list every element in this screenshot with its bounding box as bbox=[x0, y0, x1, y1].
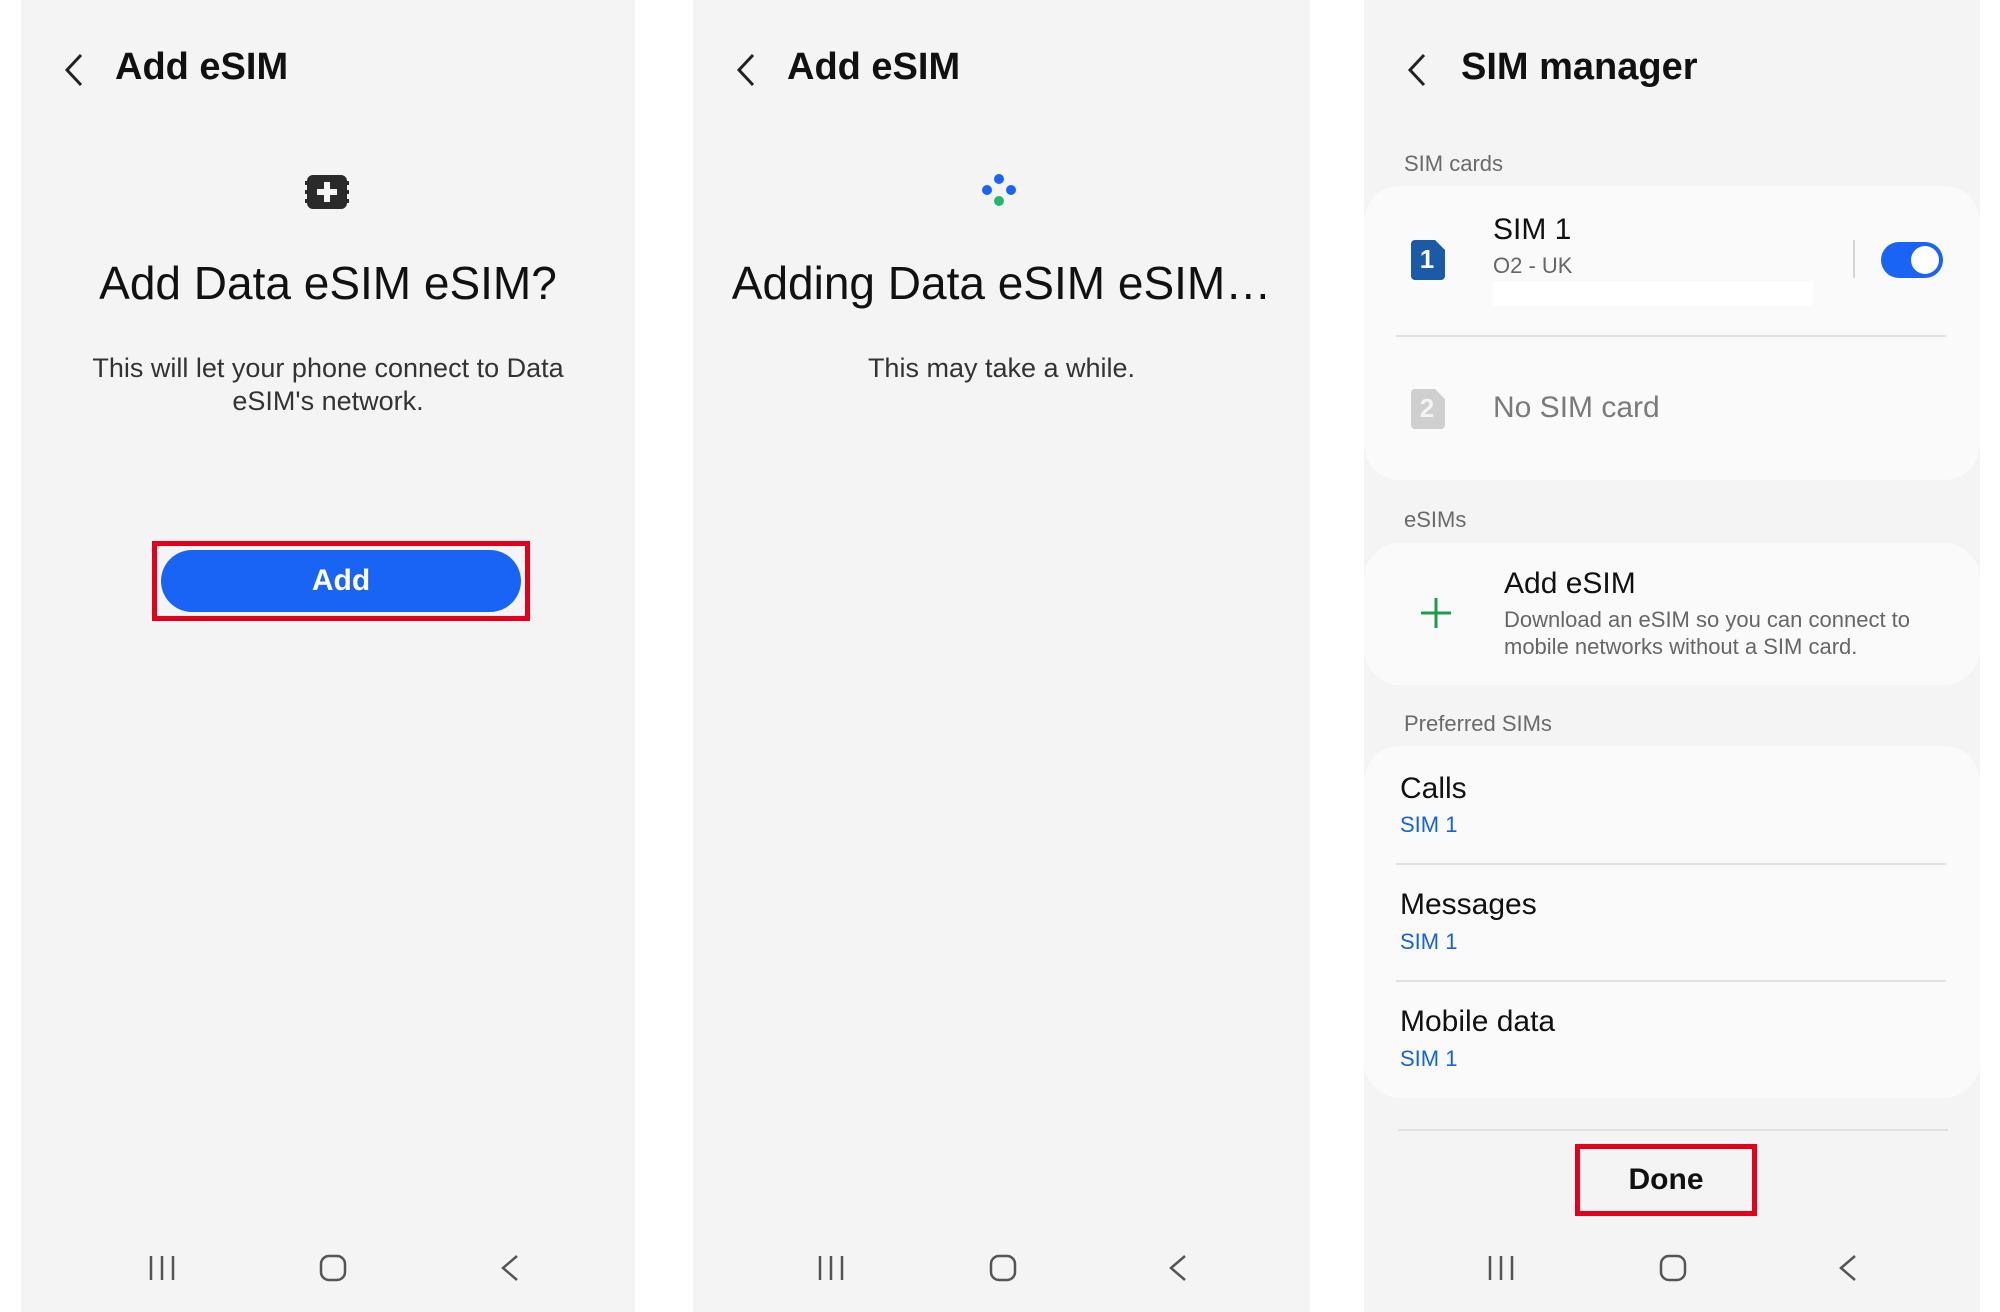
recents-icon[interactable] bbox=[142, 1248, 182, 1288]
toggle-knob bbox=[1911, 246, 1939, 274]
home-icon[interactable] bbox=[313, 1248, 353, 1288]
sim-cards-section-label: SIM cards bbox=[1404, 151, 1504, 176]
preferred-mobile-data-title: Mobile data bbox=[1400, 1005, 1556, 1038]
preferred-messages-title: Messages bbox=[1400, 888, 1537, 921]
nav-back-icon[interactable] bbox=[1828, 1248, 1868, 1288]
bottom-divider bbox=[1398, 1129, 1948, 1131]
confirm-heading: Add Data eSIM eSIM? bbox=[99, 257, 557, 309]
preferred-sims-section-label: Preferred SIMs bbox=[1404, 711, 1552, 736]
sim1-carrier: O2 - UK bbox=[1493, 253, 1573, 278]
recents-icon[interactable] bbox=[1481, 1248, 1521, 1288]
add-esim-card[interactable]: Add eSIM Download an eSIM so you can con… bbox=[1364, 543, 1980, 685]
preferred-messages-row[interactable]: Messages SIM 1 bbox=[1364, 865, 1980, 979]
add-esim-title: Add eSIM bbox=[1504, 567, 1636, 600]
navigation-bar bbox=[21, 1248, 635, 1298]
preferred-mobile-data-row[interactable]: Mobile data SIM 1 bbox=[1364, 982, 1980, 1098]
sim2-badge-icon: 2 bbox=[1409, 389, 1445, 429]
back-button[interactable] bbox=[1402, 50, 1432, 90]
back-button[interactable] bbox=[731, 50, 761, 90]
sim2-badge-number: 2 bbox=[1419, 393, 1435, 423]
divider bbox=[1396, 335, 1946, 337]
preferred-calls-value: SIM 1 bbox=[1400, 812, 1458, 837]
preferred-sims-card: Calls SIM 1 Messages SIM 1 Mobile data S… bbox=[1364, 746, 1980, 1098]
chevron-left-icon bbox=[64, 53, 83, 87]
toggle-divider bbox=[1853, 240, 1855, 278]
loading-dots-icon bbox=[979, 172, 1019, 212]
sim2-row[interactable]: 2 No SIM card bbox=[1364, 338, 1980, 480]
home-icon[interactable] bbox=[1653, 1248, 1693, 1288]
sim1-toggle[interactable] bbox=[1881, 242, 1943, 278]
chevron-left-icon bbox=[1407, 53, 1426, 87]
adding-description: This may take a while. bbox=[867, 353, 1136, 383]
home-icon[interactable] bbox=[983, 1248, 1023, 1288]
confirm-description: This will let your phone connect to Data… bbox=[92, 353, 564, 416]
sim1-badge-number: 1 bbox=[1419, 244, 1435, 274]
sim1-redacted-number bbox=[1493, 282, 1813, 306]
done-button[interactable]: Done bbox=[1584, 1152, 1748, 1208]
sim-cards-card: 1 SIM 1 O2 - UK 2 No SIM card bbox=[1364, 186, 1980, 480]
sim1-badge-icon: 1 bbox=[1409, 240, 1445, 280]
page-title: Add eSIM bbox=[115, 46, 289, 88]
sim1-name: SIM 1 bbox=[1493, 213, 1572, 246]
recents-icon[interactable] bbox=[811, 1248, 851, 1288]
nav-back-icon[interactable] bbox=[1158, 1248, 1198, 1288]
sim1-row[interactable]: 1 SIM 1 O2 - UK bbox=[1364, 186, 1980, 332]
add-button-highlight: Add bbox=[152, 541, 530, 621]
add-esim-confirm-screen: Add eSIM Add Data eSIM eSIM? This will l… bbox=[21, 0, 635, 1312]
page-title: SIM manager bbox=[1461, 46, 1698, 88]
plus-icon bbox=[1418, 595, 1454, 631]
esims-section-label: eSIMs bbox=[1404, 507, 1467, 532]
preferred-messages-value: SIM 1 bbox=[1400, 929, 1458, 954]
add-button[interactable]: Add bbox=[161, 550, 521, 612]
sim-manager-screen: SIM manager SIM cards 1 SIM 1 O2 - UK 2 … bbox=[1364, 0, 1980, 1312]
nav-back-icon[interactable] bbox=[490, 1248, 530, 1288]
navigation-bar bbox=[1364, 1248, 1980, 1298]
preferred-mobile-data-value: SIM 1 bbox=[1400, 1046, 1458, 1071]
sim2-name: No SIM card bbox=[1493, 391, 1660, 424]
preferred-calls-title: Calls bbox=[1400, 772, 1467, 805]
add-esim-description: Download an eSIM so you can connect to m… bbox=[1504, 607, 1911, 659]
adding-esim-screen: Add eSIM Adding Data eSIM eSIM… This may… bbox=[693, 0, 1310, 1312]
chevron-left-icon bbox=[736, 53, 755, 87]
adding-heading: Adding Data eSIM eSIM… bbox=[731, 257, 1272, 309]
preferred-calls-row[interactable]: Calls SIM 1 bbox=[1364, 746, 1980, 862]
navigation-bar bbox=[693, 1248, 1310, 1298]
back-button[interactable] bbox=[59, 50, 89, 90]
sim-card-add-icon bbox=[305, 172, 349, 212]
page-title: Add eSIM bbox=[787, 46, 961, 88]
